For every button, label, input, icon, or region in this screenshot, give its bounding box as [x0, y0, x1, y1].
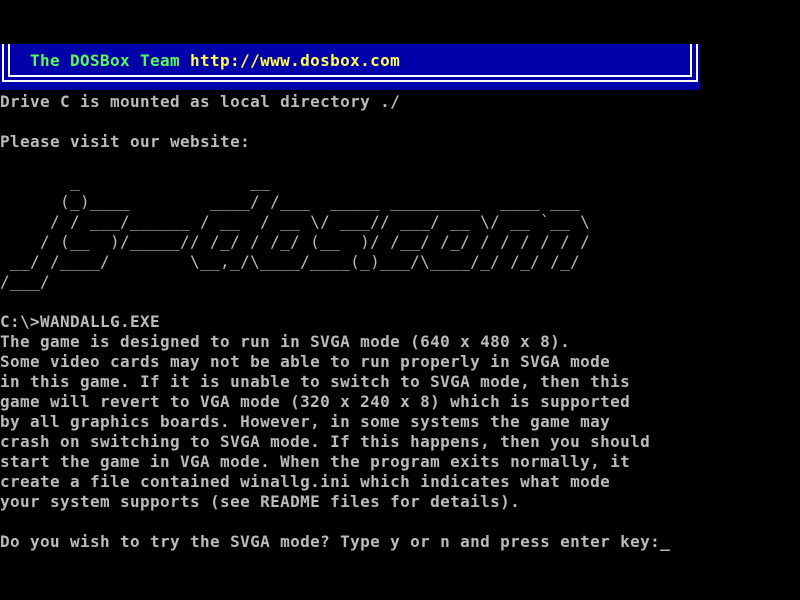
program-output-line: your system supports (see README files f… [0, 492, 800, 512]
blank-line [0, 112, 800, 132]
program-output-line: crash on switching to SVGA mode. If this… [0, 432, 800, 452]
blank-line [0, 512, 800, 532]
question-prompt-line: Do you wish to try the SVGA mode? Type y… [0, 532, 800, 552]
mount-message: Drive C is mounted as local directory ./ [0, 92, 800, 112]
program-output-line: by all graphics boards. However, in some… [0, 412, 800, 432]
blank-line [0, 292, 800, 312]
question-text: Do you wish to try the SVGA mode? Type y… [0, 532, 660, 551]
blank-line [0, 152, 800, 172]
ascii-art-line: / / ___/______ / __ / __ \/ ___// ___/ _… [0, 212, 800, 232]
program-output-line: start the game in VGA mode. When the pro… [0, 452, 800, 472]
command-prompt-line: C:\>WANDALLG.EXE [0, 312, 800, 332]
program-output-line: in this game. If it is unable to switch … [0, 372, 800, 392]
ascii-art-line: _ __ [0, 172, 800, 192]
dosbox-website-url: http://www.dosbox.com [190, 51, 400, 70]
program-output-line: The game is designed to run in SVGA mode… [0, 332, 800, 352]
dos-terminal-screen[interactable]: The DOSBox Team http://www.dosbox.com Dr… [0, 0, 800, 600]
text-cursor[interactable]: _ [660, 532, 670, 551]
ascii-art-line: / (__ )/_____// /_/ / /_/ (__ )/ /__/ /_… [0, 232, 800, 252]
program-output-line: create a file contained winallg.ini whic… [0, 472, 800, 492]
ascii-art-line: __/ /____/ \__,_/\____/____(_)___/\____/… [0, 252, 800, 272]
ascii-art-line: (_)____ ____/ /___ _____ _________ ____ … [0, 192, 800, 212]
program-output-line: Some video cards may not be able to run … [0, 352, 800, 372]
visit-message: Please visit our website: [0, 132, 800, 152]
terminal-output: Drive C is mounted as local directory ./… [0, 92, 800, 552]
banner-text: The DOSBox Team http://www.dosbox.com [30, 51, 400, 71]
dosbox-team-label: The DOSBox Team [30, 51, 190, 70]
ascii-art-line: /___/ [0, 272, 800, 292]
dosbox-banner: The DOSBox Team http://www.dosbox.com [0, 44, 700, 90]
program-output-line: game will revert to VGA mode (320 x 240 … [0, 392, 800, 412]
